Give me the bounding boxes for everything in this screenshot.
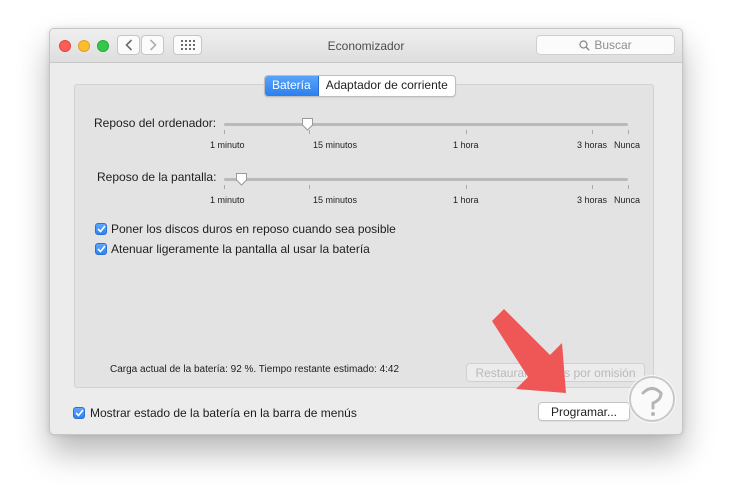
search-placeholder: Buscar (594, 38, 632, 52)
tick-label: Nunca (614, 195, 641, 205)
tick-label: 15 minutos (313, 140, 358, 150)
slider-tick (628, 130, 629, 134)
tick-label: 1 minuto (210, 140, 245, 150)
search-field[interactable]: Buscar (536, 35, 675, 55)
slider-tick (466, 130, 467, 134)
tab-adaptador[interactable]: Adaptador de corriente (319, 76, 455, 96)
search-icon (579, 39, 591, 51)
show-menu-status-label: Mostrar estado de la batería en la barra… (90, 406, 357, 420)
slider-tick (224, 130, 225, 134)
hard-disk-sleep-checkbox[interactable] (95, 223, 107, 235)
computer-sleep-label: Reposo del ordenador: (94, 116, 217, 130)
tick-label: 15 minutos (313, 195, 358, 205)
slider-tick (592, 130, 593, 134)
check-icon (74, 409, 84, 417)
dim-display-checkbox[interactable] (95, 243, 107, 255)
battery-status-text: Carga actual de la batería: 92 %. Tiempo… (110, 364, 400, 375)
schedule-button[interactable]: Programar... (538, 402, 630, 421)
display-sleep-label: Reposo de la pantalla: (97, 170, 217, 184)
check-icon (96, 245, 106, 253)
show-menu-status-checkbox[interactable] (73, 407, 85, 419)
annotation-arrow-icon (492, 309, 566, 393)
slider-tick (592, 185, 593, 189)
slider-tick (466, 185, 467, 189)
preferences-window: Economizador Buscar Batería Adaptador de… (49, 28, 683, 435)
tick-label: Nunca (614, 140, 641, 150)
tick-label: 1 hora (453, 195, 479, 205)
hard-disk-sleep-label: Poner los discos duros en reposo cuando … (111, 222, 396, 236)
slider-thumb[interactable] (235, 172, 248, 186)
slider-tick (309, 185, 310, 189)
slider-track (224, 178, 628, 181)
segmented-tabs: Batería Adaptador de corriente (264, 75, 456, 97)
tab-bateria[interactable]: Batería (265, 76, 319, 96)
watermark-logo (628, 375, 676, 423)
tick-label: 1 minuto (210, 195, 245, 205)
slider-tick (628, 185, 629, 189)
dim-display-label: Atenuar ligeramente la pantalla al usar … (111, 242, 370, 256)
slider-thumb[interactable] (301, 117, 314, 131)
slider-track (224, 123, 628, 126)
tick-label: 3 horas (577, 195, 608, 205)
slider-tick (224, 185, 225, 189)
title-bar: Economizador Buscar (50, 29, 682, 63)
tick-label: 1 hora (453, 140, 479, 150)
tick-label: 3 horas (577, 140, 608, 150)
check-icon (96, 225, 106, 233)
